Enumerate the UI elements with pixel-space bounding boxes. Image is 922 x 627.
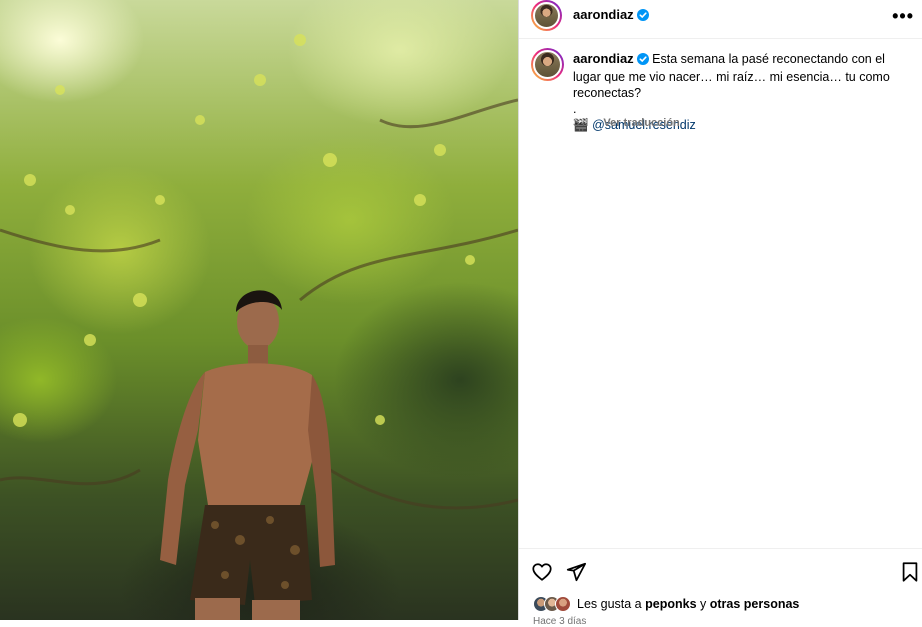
photo-illustration	[0, 34, 518, 620]
author-username[interactable]: aarondiaz	[573, 7, 634, 22]
post-time[interactable]: 3 d	[573, 117, 588, 129]
person-figure	[160, 290, 335, 620]
likes-summary: Les gusta a peponks y otras personas	[533, 596, 799, 612]
liker-avatars	[533, 596, 571, 612]
post-photo[interactable]	[0, 0, 518, 620]
bookmark-icon[interactable]	[900, 561, 920, 588]
more-options-icon[interactable]: •••	[892, 6, 914, 27]
post-sidebar: aarondiaz ••• aarondiaz Esta semana la p…	[518, 0, 922, 627]
caption-username[interactable]: aarondiaz	[573, 51, 634, 66]
likes-prefix: Les gusta a	[577, 597, 642, 611]
caption-avatar[interactable]	[531, 48, 564, 81]
post-actions: Les gusta a peponks y otras personas Hac…	[519, 548, 922, 627]
instagram-post-view: aarondiaz ••• aarondiaz Esta semana la p…	[0, 0, 922, 627]
author-avatar[interactable]	[531, 0, 562, 31]
liker-avatar	[555, 596, 571, 612]
likes-user-link[interactable]: peponks	[645, 597, 696, 611]
caption-verified-badge-icon	[636, 53, 649, 69]
paper-plane-icon[interactable]	[565, 561, 587, 588]
post-header: aarondiaz •••	[519, 0, 922, 39]
likes-others-link[interactable]: otras personas	[710, 597, 800, 611]
see-translation-button[interactable]: Ver traducción	[603, 117, 679, 129]
caption-meta: 3 d Ver traducción	[573, 117, 680, 129]
likes-join: y	[700, 597, 707, 611]
footer-time: Hace 3 días	[533, 616, 587, 627]
verified-badge-icon	[636, 8, 649, 26]
heart-icon[interactable]	[531, 561, 553, 588]
caption-dot: .	[573, 102, 577, 116]
